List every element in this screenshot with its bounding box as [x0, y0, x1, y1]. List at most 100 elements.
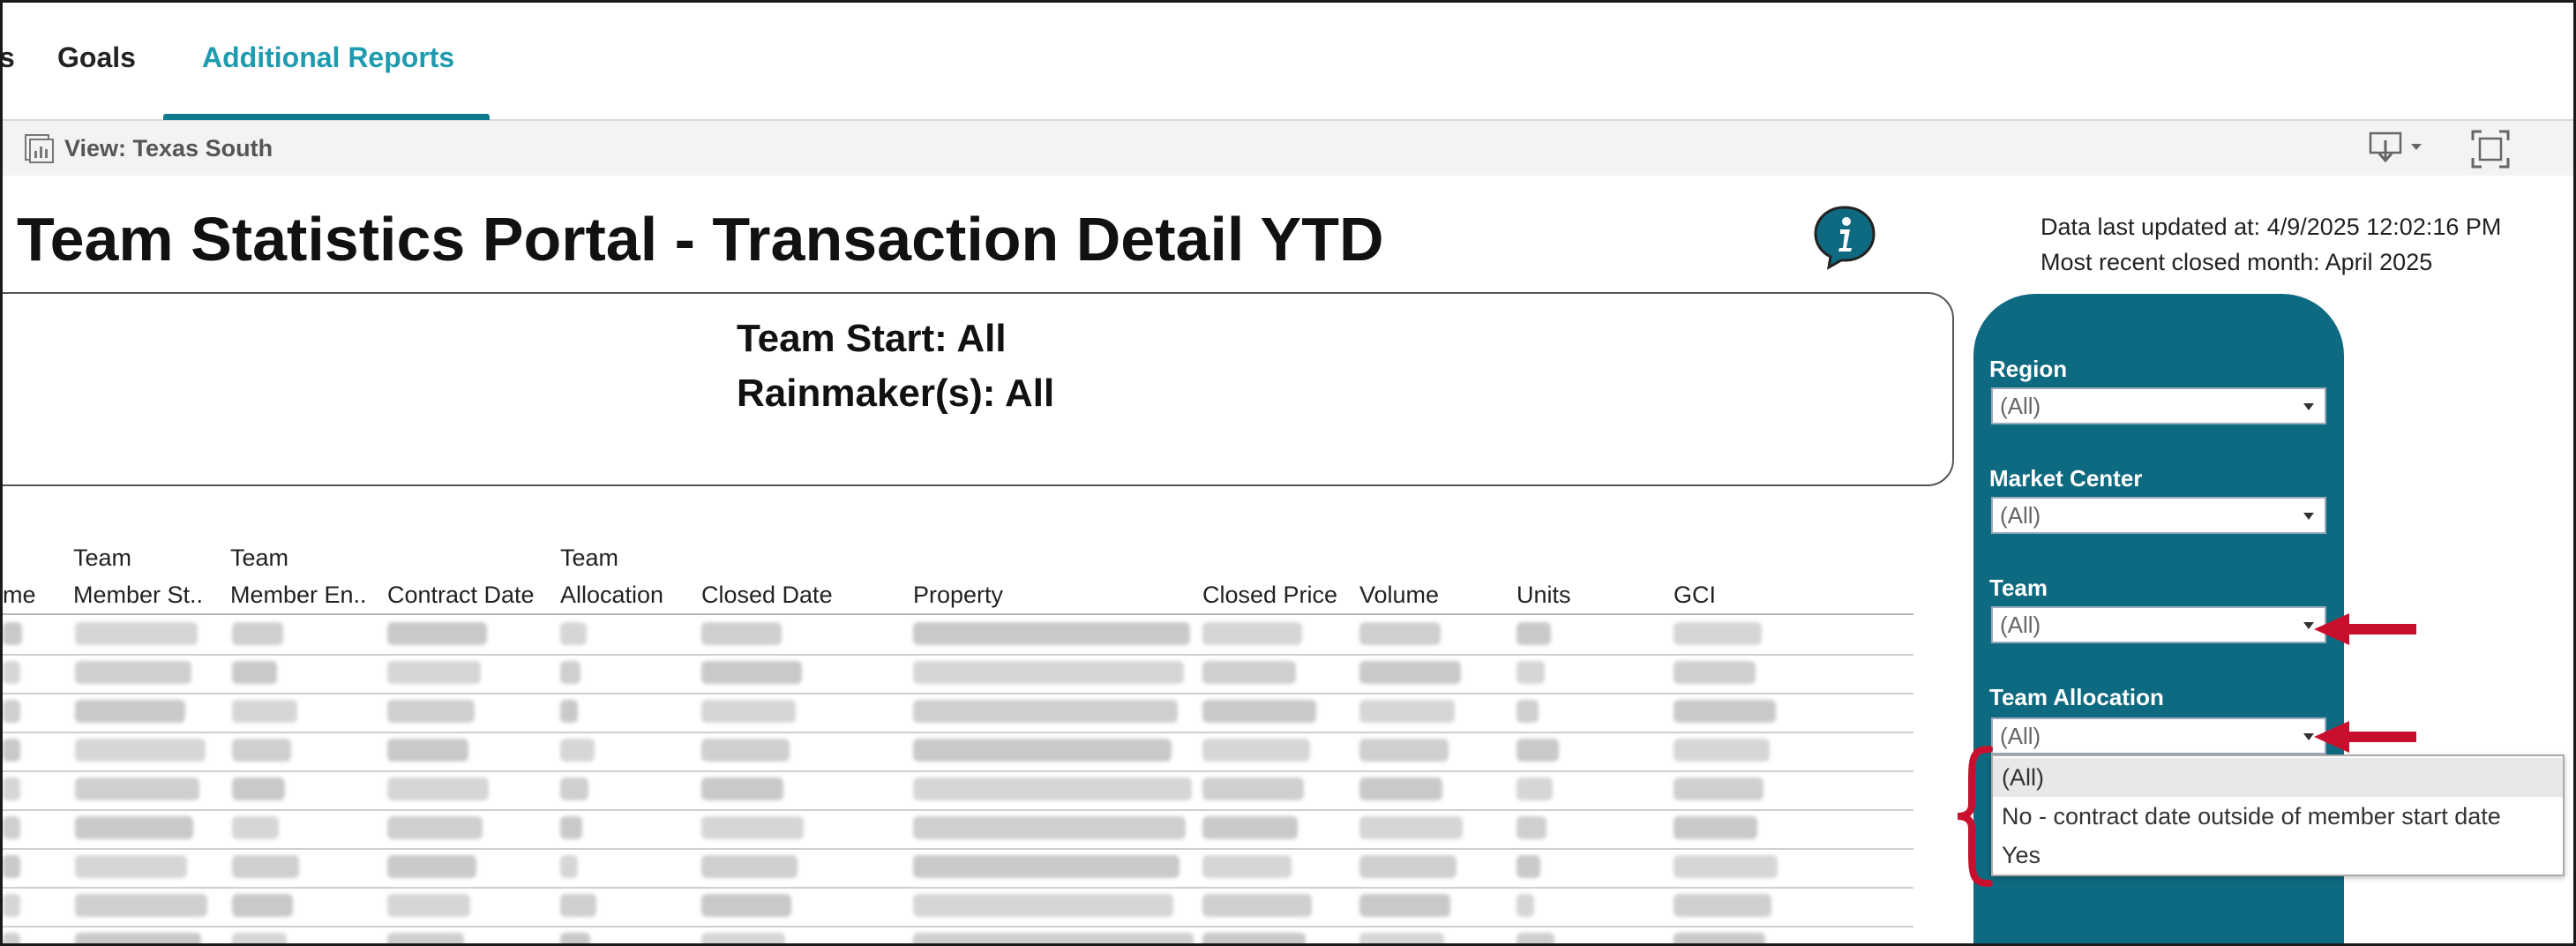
table-cell-blurred — [1202, 739, 1310, 762]
team-allocation-filter-value: (All) — [2000, 723, 2041, 749]
info-icon[interactable] — [1811, 204, 1878, 271]
table-cell-blurred — [1202, 777, 1304, 800]
table-cell-blurred — [1516, 855, 1540, 878]
filter-summary-box: Team Start: All Rainmaker(s): All — [3, 292, 1954, 486]
tab-additional-reports[interactable]: Additional Reports — [202, 41, 454, 74]
team-filter-select[interactable]: (All) — [1991, 606, 2326, 643]
app-frame: s Goals Additional Reports View: Texas S… — [0, 0, 2576, 946]
view-label[interactable]: View: Texas South — [64, 135, 273, 162]
column-header-gci[interactable]: GCI — [1674, 539, 1716, 613]
annotation-arrow-team — [2314, 613, 2416, 645]
column-header-line1: Team — [230, 544, 289, 571]
table-cell-blurred — [560, 933, 590, 943]
table-cell-blurred — [387, 894, 470, 917]
dropdown-option-no[interactable]: No - contract date outside of member sta… — [1993, 797, 2563, 836]
column-header-closed-price[interactable]: Closed Price — [1202, 539, 1337, 613]
table-cell-blurred — [232, 933, 287, 943]
table-cell-blurred — [232, 622, 283, 645]
table-cell-blurred — [232, 855, 299, 878]
table-cell-blurred — [232, 894, 293, 917]
column-header-member-start[interactable]: Team Member St.. — [73, 539, 203, 613]
column-header-line2: Units — [1516, 582, 1571, 608]
column-header-closed-date[interactable]: Closed Date — [701, 539, 833, 613]
table-cell-blurred — [1674, 894, 1771, 917]
table-cell-blurred — [75, 777, 199, 800]
table-cell-blurred — [3, 855, 20, 878]
chevron-down-icon — [2303, 733, 2314, 740]
table-cell-blurred — [1516, 933, 1554, 943]
market-center-filter-select[interactable]: (All) — [1991, 497, 2326, 534]
table-cell-blurred — [387, 855, 476, 878]
dropdown-option-all[interactable]: (All) — [1993, 758, 2563, 797]
header-divider — [3, 613, 1913, 615]
column-header-contract-date[interactable]: Contract Date — [387, 539, 535, 613]
column-header-line2: me — [3, 582, 36, 608]
table-cell-blurred — [75, 816, 193, 839]
market-center-filter-value: (All) — [2000, 502, 2041, 529]
fullscreen-icon[interactable] — [2471, 130, 2510, 169]
row-divider — [3, 887, 1913, 889]
table-cell-blurred — [1674, 739, 1770, 762]
chevron-down-icon — [2303, 622, 2314, 629]
column-header-line2: GCI — [1674, 582, 1717, 608]
table-cell-blurred — [387, 700, 475, 723]
column-header-line1 — [701, 539, 833, 576]
table-cell-blurred — [913, 661, 1184, 684]
column-header-units[interactable]: Units — [1516, 539, 1571, 613]
table-cell-blurred — [75, 661, 191, 684]
column-header-line1: Team — [560, 544, 619, 571]
annotation-brace — [1957, 746, 1993, 887]
column-header-line1 — [1516, 539, 1571, 576]
row-divider — [3, 848, 1913, 850]
table-cell-blurred — [232, 739, 291, 762]
table-cell-blurred — [387, 933, 464, 943]
column-header-team-allocation[interactable]: Team Allocation — [560, 539, 663, 613]
table-cell-blurred — [387, 661, 481, 684]
table-cell-blurred — [1359, 894, 1450, 917]
column-header-member-end[interactable]: Team Member En.. — [230, 539, 367, 613]
column-header-property[interactable]: Property — [913, 539, 1003, 613]
column-header-line1 — [913, 539, 1003, 576]
column-header-line1: Team — [73, 544, 132, 571]
table-cell-blurred — [913, 700, 1178, 723]
table-cell-blurred — [1359, 700, 1455, 723]
table-cell-blurred — [75, 739, 206, 762]
column-header-name[interactable]: me — [3, 539, 36, 613]
column-header-volume[interactable]: Volume — [1359, 539, 1439, 613]
table-cell-blurred — [1516, 622, 1551, 645]
table-cell-blurred — [387, 816, 483, 839]
table-cell-blurred — [75, 855, 187, 878]
table-cell-blurred — [3, 894, 20, 917]
table-cell-blurred — [1516, 777, 1553, 800]
table-cell-blurred — [3, 700, 20, 723]
table-cell-blurred — [1202, 816, 1298, 839]
table-cell-blurred — [560, 739, 595, 762]
table-cell-blurred — [1359, 816, 1463, 839]
dropdown-option-yes[interactable]: Yes — [1993, 836, 2563, 875]
region-filter-value: (All) — [2000, 393, 2041, 419]
table-cell-blurred — [560, 700, 578, 723]
table-cell-blurred — [1359, 933, 1444, 943]
view-icon[interactable] — [24, 133, 54, 163]
table-cell-blurred — [1359, 622, 1441, 645]
column-header-line1 — [1202, 539, 1337, 576]
table-cell-blurred — [1359, 661, 1461, 684]
table-cell-blurred — [3, 816, 20, 839]
team-allocation-filter-select[interactable]: (All) — [1991, 717, 2326, 755]
table-cell-blurred — [701, 894, 791, 917]
region-filter-select[interactable]: (All) — [1991, 387, 2326, 424]
table-cell-blurred — [3, 661, 20, 684]
table-cell-blurred — [387, 739, 468, 762]
tab-partial[interactable]: s — [3, 41, 15, 74]
table-cell-blurred — [1359, 777, 1442, 800]
table-cell-blurred — [3, 739, 20, 762]
column-header-line2: Member St.. — [73, 582, 204, 608]
row-divider — [3, 809, 1913, 811]
table-cell-blurred — [701, 700, 796, 723]
download-icon[interactable] — [2369, 130, 2430, 165]
table-cell-blurred — [1674, 777, 1764, 800]
table-cell-blurred — [1202, 700, 1316, 723]
table-cell-blurred — [701, 816, 804, 839]
table-cell-blurred — [232, 777, 285, 800]
tab-goals[interactable]: Goals — [57, 41, 136, 74]
